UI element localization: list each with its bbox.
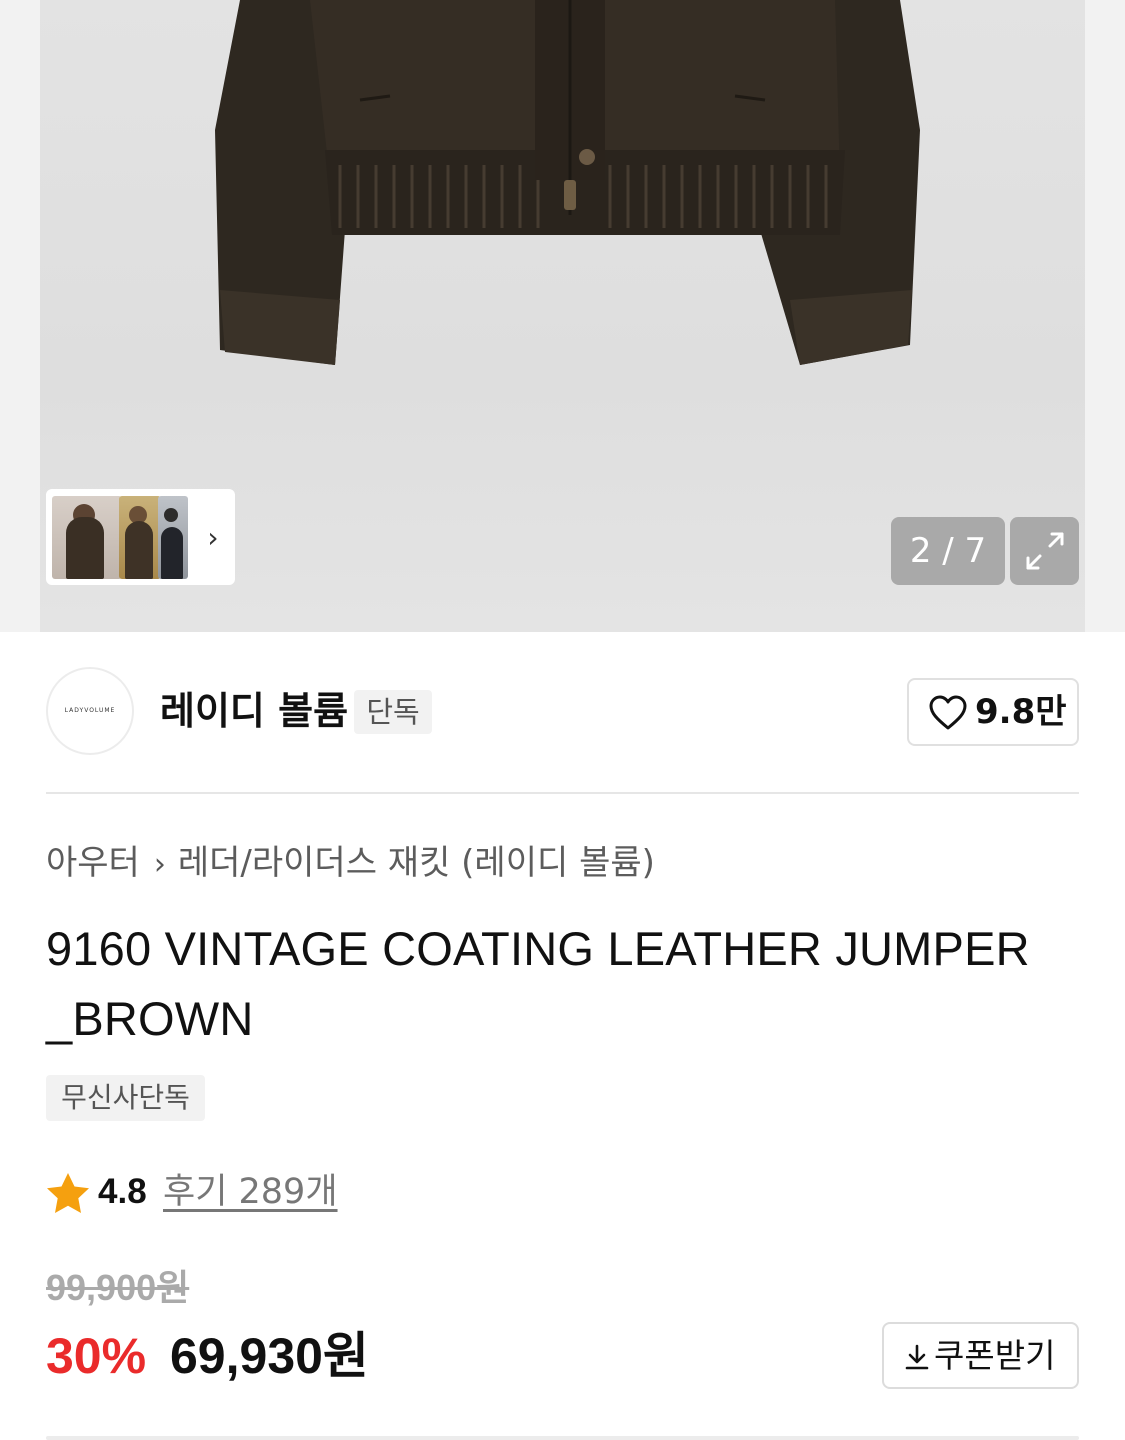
product-gallery[interactable]: › 2 / 7	[0, 0, 1125, 632]
chevron-right-icon: ›	[153, 847, 166, 882]
product-title-line-2: _BROWN	[46, 992, 254, 1045]
product-title-line-1: 9160 VINTAGE COATING LEATHER JUMPER	[46, 922, 1030, 975]
star-icon	[47, 1173, 89, 1213]
thumbnail-1[interactable]	[52, 496, 122, 579]
thumbnail-2[interactable]	[119, 496, 161, 579]
heart-icon	[929, 695, 967, 730]
coupon-button[interactable]: 쿠폰받기	[882, 1322, 1079, 1389]
section-divider	[46, 792, 1079, 794]
thumbnail-model-body	[161, 527, 183, 579]
thumbnail-3[interactable]	[158, 496, 188, 579]
chevron-right-icon[interactable]: ›	[200, 522, 226, 554]
expand-button[interactable]	[1010, 517, 1079, 585]
expand-icon	[1026, 532, 1064, 570]
review-count-link[interactable]: 후기 289개	[163, 1167, 338, 1217]
sale-price: 69,930원	[170, 1328, 369, 1384]
like-button[interactable]: 9.8만	[907, 678, 1079, 746]
original-price: 99,900원	[46, 1267, 190, 1308]
thumbnail-model-body	[125, 521, 153, 579]
like-count: 9.8만	[975, 692, 1067, 732]
rating-score: 4.8	[98, 1172, 147, 1211]
brand-logo-text: LADYVOLUME	[64, 707, 116, 714]
download-icon	[905, 1344, 929, 1370]
thumbnail-model-body	[66, 517, 104, 579]
breadcrumb: 아우터 › 레더/라이더스 재킷 (레이디 볼륨)	[46, 838, 655, 890]
exclusive-tag: 무신사단독	[46, 1075, 205, 1121]
brand-name[interactable]: 레이디 볼륨	[160, 686, 348, 736]
coupon-label: 쿠폰받기	[934, 1336, 1056, 1375]
product-title: 9160 VINTAGE COATING LEATHER JUMPER _BRO…	[46, 914, 1086, 1054]
image-counter: 2 / 7	[891, 517, 1005, 585]
discount-rate: 30%	[46, 1328, 147, 1384]
brand-exclusive-badge: 단독	[354, 690, 432, 734]
breadcrumb-category[interactable]: 아우터	[46, 843, 140, 883]
thumbnail-model-head	[164, 508, 178, 522]
section-divider	[46, 1436, 1079, 1440]
breadcrumb-subcategory[interactable]: 레더/라이더스 재킷 (레이디 볼륨)	[178, 843, 655, 883]
brand-logo[interactable]: LADYVOLUME	[46, 667, 134, 755]
